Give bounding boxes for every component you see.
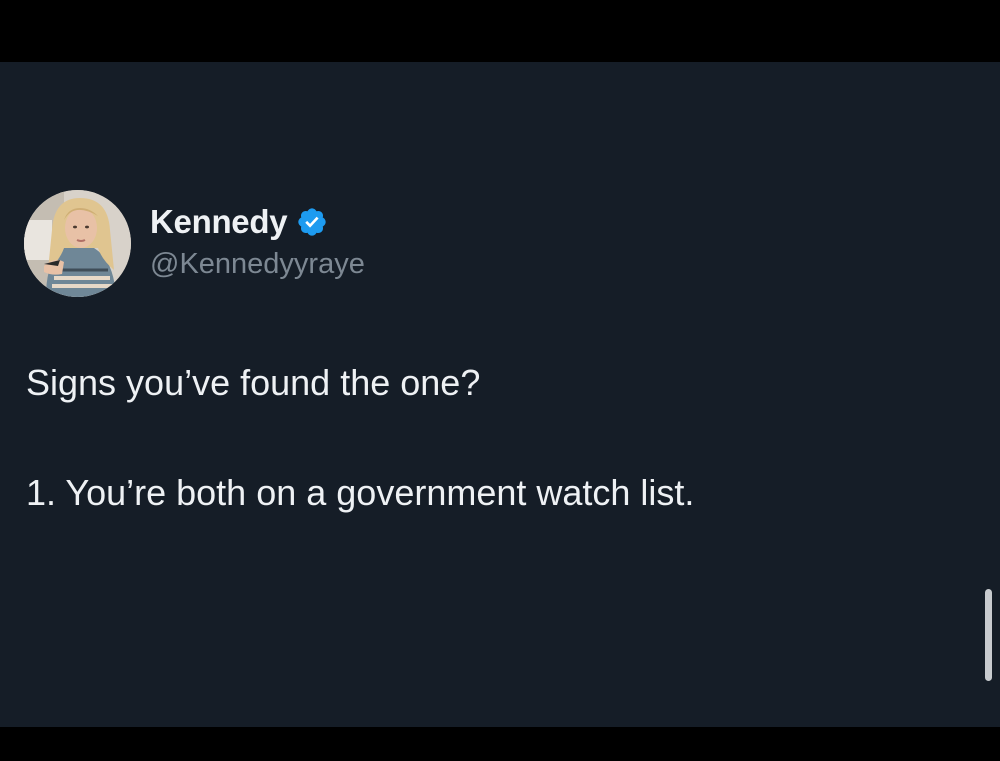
scrollbar-thumb[interactable] xyxy=(985,589,992,681)
author-handle[interactable]: @Kennedyyraye xyxy=(150,248,365,281)
tweet-text-line: Signs you’ve found the one? xyxy=(26,362,481,403)
author-name-row: Kennedy xyxy=(150,200,328,244)
screenshot-frame: Kennedy @Kennedyyraye Signs you’ve found… xyxy=(0,0,1000,761)
avatar[interactable] xyxy=(24,190,131,297)
tweet-text-line: 1. You’re both on a government watch lis… xyxy=(26,472,695,513)
display-name[interactable]: Kennedy xyxy=(150,203,288,241)
verified-badge-icon[interactable] xyxy=(296,206,328,238)
